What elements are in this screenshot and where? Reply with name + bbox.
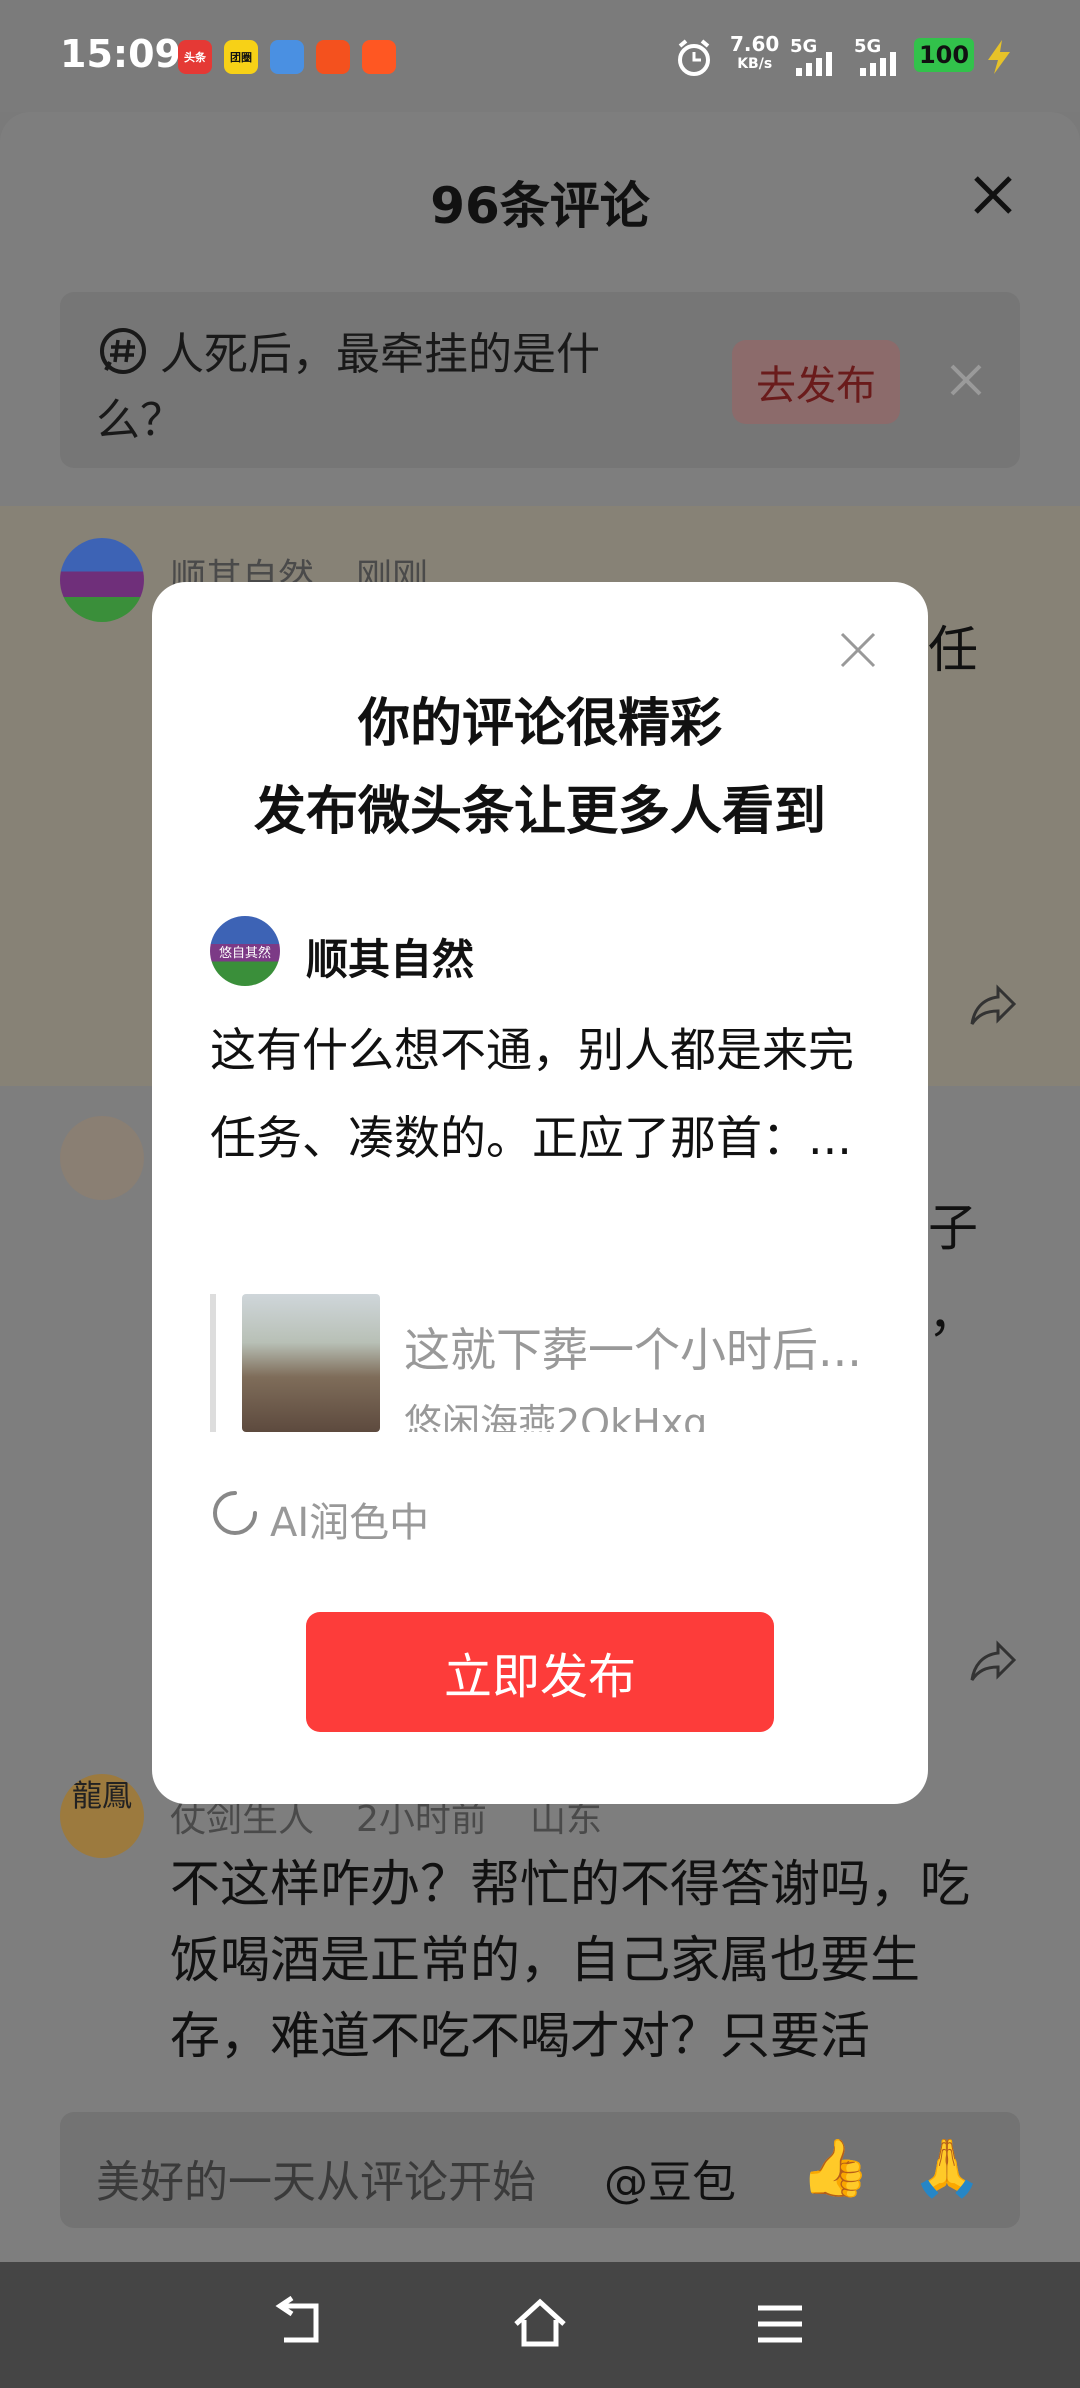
dismiss-topic-icon[interactable] — [948, 362, 984, 398]
quoted-post-author: 悠闲海燕2QkHxq — [404, 1401, 708, 1432]
share-icon[interactable] — [968, 984, 1018, 1028]
close-icon[interactable] — [968, 170, 1018, 220]
comment-text: 不这样咋办？帮忙的不得答谢吗，吃饭喝酒是正常的，自己家属也要生存，难道不吃不喝才… — [170, 1855, 970, 2065]
dialog-title-line2: 发布微头条让更多人看到 — [253, 782, 826, 842]
dialog-username: 顺其自然 — [306, 935, 475, 984]
battery-indicator: 100 — [914, 38, 974, 72]
quoted-post-thumbnail — [242, 1294, 380, 1432]
app-icon — [316, 40, 350, 74]
menu-icon[interactable] — [750, 2296, 810, 2352]
home-icon[interactable] — [510, 2296, 570, 2352]
dialog-title: 你的评论很精彩 发布微头条让更多人看到 — [152, 680, 928, 856]
avatar[interactable]: 龍鳳 — [60, 1774, 144, 1858]
publish-now-button[interactable]: 立即发布 — [306, 1612, 774, 1732]
toutiao-app-icon: 头条 — [178, 40, 212, 74]
comment-text-fragment: 子 — [928, 1199, 978, 1257]
topic-publish-button[interactable]: 去发布 — [732, 340, 900, 424]
app-icon — [270, 40, 304, 74]
dialog-comment-text: 这有什么想不通，别人都是来完任务、凑数的。正应了那首：... — [210, 1023, 854, 1165]
tuanquan-app-icon: 团圈 — [224, 40, 258, 74]
comment-text-fragment: ， — [928, 1285, 978, 1343]
avatar: 悠自其然 — [210, 916, 280, 986]
comment-count-title: 96条评论 — [430, 177, 650, 235]
comment-input-placeholder[interactable]: 美好的一天从评论开始 — [96, 2146, 536, 2210]
quoted-post-title: 这就下葬一个小时后... — [404, 1323, 862, 1377]
charging-icon — [988, 40, 1010, 74]
alarm-icon — [678, 39, 710, 76]
net-unit: KB/s — [737, 56, 773, 72]
signal-bars-icon — [796, 52, 832, 76]
signal-bars-icon — [860, 52, 896, 76]
share-icon[interactable] — [968, 1640, 1018, 1684]
loading-spinner-icon — [213, 1491, 257, 1535]
avatar[interactable] — [60, 1116, 144, 1200]
avatar[interactable] — [60, 538, 144, 622]
mention-doubao-button[interactable]: @豆包 — [604, 2146, 736, 2210]
net-speed: 7.60 — [730, 32, 780, 56]
thumbs-up-icon[interactable]: 👍 — [800, 2134, 870, 2204]
app-icon — [362, 40, 396, 74]
status-time: 15:09 — [60, 32, 181, 76]
ai-polish-status: AI润色中 — [270, 1500, 430, 1546]
topic-text: 人死后，最牵挂的是什么？ — [96, 329, 600, 446]
dialog-title-line1: 你的评论很精彩 — [357, 694, 722, 754]
clap-icon[interactable]: 🙏 — [912, 2134, 982, 2204]
close-icon[interactable] — [838, 630, 878, 670]
comment-text-fragment: 任 — [928, 621, 978, 679]
back-icon[interactable] — [270, 2296, 330, 2352]
